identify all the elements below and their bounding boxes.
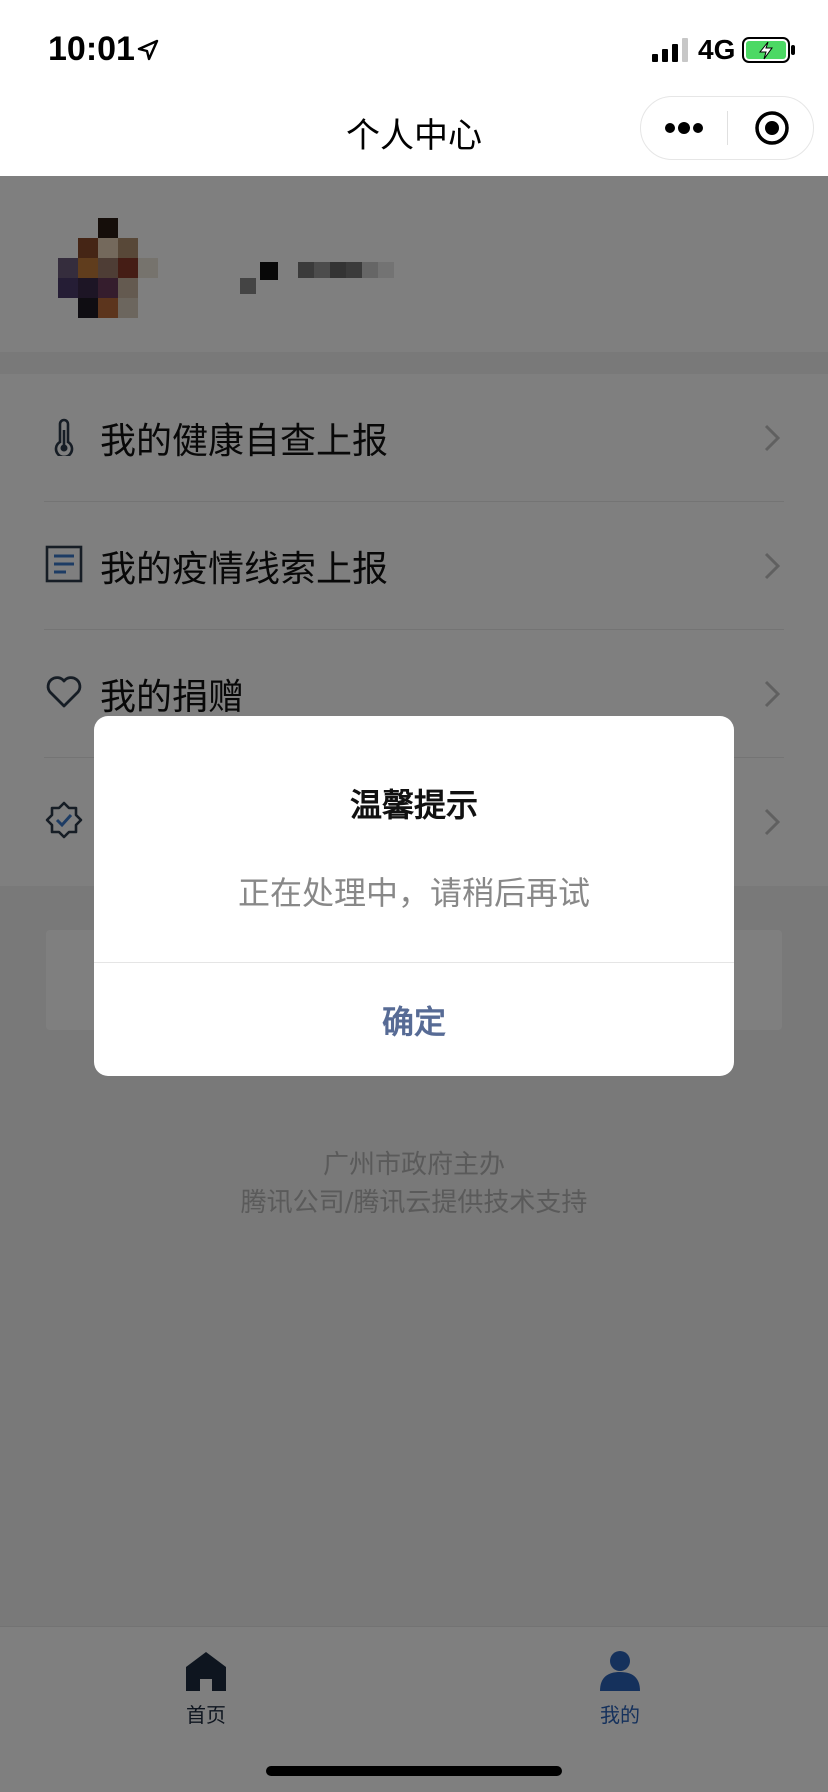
confirm-button[interactable]: 确定 bbox=[94, 963, 734, 1076]
close-mini-program-button[interactable] bbox=[729, 97, 815, 159]
location-arrow-icon bbox=[137, 39, 159, 61]
mini-program-capsule bbox=[640, 96, 814, 160]
target-close-icon bbox=[755, 111, 789, 145]
navigation-bar: 个人中心 bbox=[0, 96, 828, 176]
battery-charging-icon bbox=[742, 37, 795, 63]
capsule-divider bbox=[727, 111, 728, 145]
home-indicator bbox=[266, 1766, 562, 1776]
dialog-message: 正在处理中，请稍后再试 bbox=[237, 874, 590, 912]
alert-dialog: 温馨提示 正在处理中，请稍后再试 确定 bbox=[94, 716, 734, 1076]
signal-icon bbox=[652, 38, 688, 62]
status-time: 10:01 bbox=[48, 30, 135, 68]
network-type: 4G bbox=[698, 34, 736, 65]
more-dots-icon bbox=[665, 122, 703, 134]
dialog-title: 温馨提示 bbox=[349, 786, 478, 824]
more-options-button[interactable] bbox=[641, 97, 727, 159]
status-bar: 10:01 4G bbox=[0, 0, 828, 96]
